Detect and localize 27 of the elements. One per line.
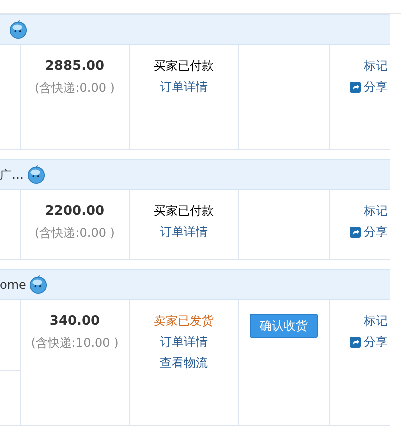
share-icon (350, 82, 361, 92)
share-link[interactable]: 分享 (350, 333, 388, 351)
order-amount: 2885.00 (45, 58, 105, 76)
shop-name[interactable]: ome (0, 276, 26, 294)
order-amount: 340.00 (50, 313, 100, 331)
shipping-fee: (含快递:0.00 ) (35, 80, 115, 96)
shipping-fee: (含快递:10.00 ) (31, 334, 119, 352)
order-link[interactable]: 订单详情 (160, 223, 208, 241)
share-icon (350, 226, 361, 238)
order-link[interactable]: 订单详情 (160, 78, 208, 96)
mascot-icon (27, 165, 46, 184)
order-link[interactable]: 订单详情 (160, 333, 208, 351)
share-link[interactable]: 分享 (350, 78, 388, 96)
mark-link[interactable]: 标记 (364, 202, 388, 220)
shipping-fee: (含快递:0.00 ) (35, 224, 115, 242)
mascot-icon (29, 275, 48, 294)
share-icon (350, 336, 361, 348)
mascot-icon (9, 20, 28, 39)
shop-name[interactable]: 广… (0, 166, 24, 184)
share-link[interactable]: 分享 (350, 223, 388, 241)
mark-link[interactable]: 标记 (364, 312, 388, 330)
order-status: 买家已付款 (154, 203, 214, 220)
mark-link[interactable]: 标记 (364, 57, 388, 75)
order-status: 买家已付款 (154, 58, 214, 75)
order-link[interactable]: 查看物流 (160, 354, 208, 372)
order-status: 卖家已发货 (154, 313, 214, 330)
order-amount: 2200.00 (45, 203, 105, 221)
